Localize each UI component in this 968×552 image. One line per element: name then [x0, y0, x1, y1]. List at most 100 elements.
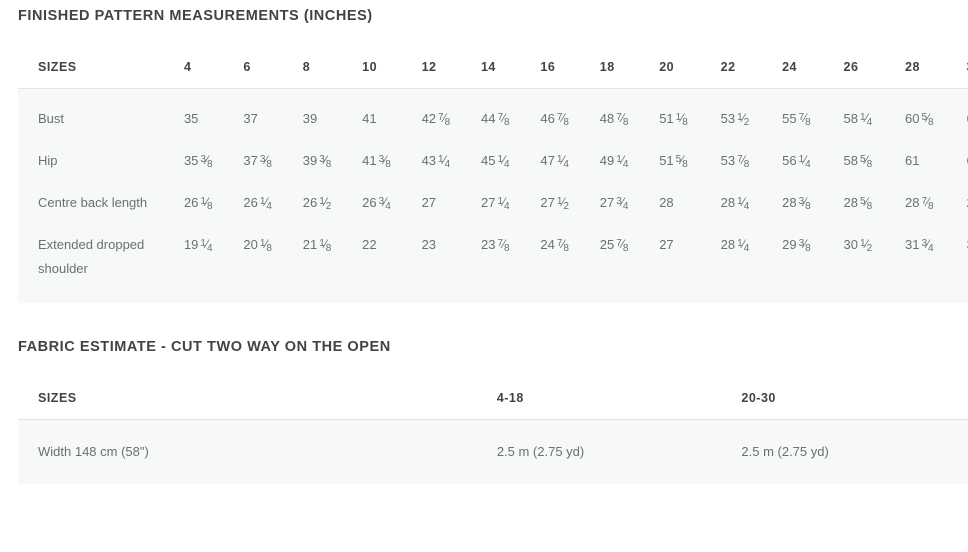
fraction: 7⁄8	[438, 111, 451, 128]
measurements-header-row: SIZES 4681012141618202224262830	[18, 60, 968, 89]
measurement-cell: 39	[302, 88, 363, 131]
fabric-header-row: SIZES 4-18 20-30	[18, 391, 968, 420]
measurement-cell: 37 3⁄8	[243, 153, 272, 170]
measurement-cell: 27 3⁄4	[599, 195, 629, 212]
measurements-size-header: 24	[782, 60, 797, 74]
fraction: 3⁄8	[378, 153, 391, 170]
measurement-cell: 41	[362, 88, 422, 131]
fabric-estimate-heading: FABRIC ESTIMATE - CUT TWO WAY ON THE OPE…	[18, 339, 391, 355]
fabric-sizes-header: SIZES	[38, 391, 77, 405]
measurement-row-label: Hip	[38, 153, 58, 168]
measurement-cell: 37	[243, 88, 303, 131]
measurement-cell: 26 1⁄8	[183, 195, 213, 212]
fabric-row-label: Width 148 cm (58")	[18, 419, 497, 484]
measurement-row-label: Extended dropped shoulder	[38, 237, 145, 276]
measurement-cell: 47 1⁄4	[540, 153, 569, 170]
measurement-cell: 45 1⁄4	[480, 153, 510, 170]
measurements-table-body: Bust 35 37 39 41 42 7⁄8 44 7⁄8 46 7⁄8 48 7⁄8 51 1⁄8 53 1…	[18, 88, 968, 303]
measurement-cell: 55 7⁄8	[782, 88, 844, 131]
measurement-cell: 27 1⁄2	[540, 195, 569, 212]
measurements-table-wrap: SIZES 4681012141618202224262830 Bust3537…	[0, 60, 968, 303]
measurement-cell: 39 3⁄8	[302, 153, 332, 170]
fraction: 7⁄8	[921, 195, 934, 212]
fraction: 1⁄4	[616, 153, 629, 170]
measurement-cell: 51 1⁄8	[659, 88, 721, 131]
fraction: 1⁄4	[556, 153, 569, 170]
measurement-cell: 26 3⁄4	[362, 195, 391, 212]
fraction: 3⁄4	[921, 237, 934, 254]
heading-table-spacer	[0, 24, 968, 60]
table-row: Width 148 cm (58") 2.5 m (2.75 yd) 2.5 m (…	[18, 419, 968, 484]
measurement-cell: 27	[421, 195, 437, 210]
measurements-table-head: SIZES 4681012141618202224262830	[18, 60, 968, 89]
fraction: 3⁄8	[200, 153, 213, 170]
fraction: 3⁄4	[616, 195, 629, 212]
measurement-cell: 29 3⁄8	[782, 237, 811, 254]
fraction: 1⁄2	[556, 195, 569, 212]
fraction: 7⁄8	[616, 237, 629, 254]
fraction: 7⁄8	[556, 111, 569, 128]
measurements-size-header: 20	[659, 60, 675, 74]
measurement-cell: 58 1⁄4	[843, 88, 905, 131]
measurement-cell: 35	[183, 88, 244, 131]
fraction: 1⁄4	[497, 153, 510, 170]
fraction: 3⁄8	[319, 153, 332, 170]
measurement-row-label: Bust	[18, 88, 184, 131]
measurement-cell: 41 3⁄8	[362, 153, 391, 170]
fraction: 1⁄8	[200, 195, 213, 212]
measurements-sizes-header: SIZES	[38, 60, 77, 74]
fraction: 7⁄8	[737, 153, 750, 170]
fraction: 7⁄8	[798, 111, 811, 128]
measurement-cell: 26 1⁄4	[243, 195, 272, 212]
measurement-cell: 23 7⁄8	[480, 237, 510, 254]
table-row: Bust 35 37 39 41 42 7⁄8 44 7⁄8 46 7⁄8 48 7⁄8 51 1⁄8 53 1…	[18, 88, 968, 131]
measurement-cell: 22	[362, 237, 377, 252]
measurement-cell: 28 5⁄8	[843, 195, 873, 212]
measurement-cell: 24 7⁄8	[540, 237, 569, 254]
measurement-cell: 28	[659, 195, 674, 210]
measurement-cell: 20 1⁄8	[243, 237, 272, 254]
measurement-cell: 61	[905, 153, 920, 168]
fabric-cell: 2.5 m (2.75 yd)	[741, 419, 968, 484]
fraction: 7⁄8	[616, 111, 629, 128]
measurements-size-header: 8	[302, 60, 311, 74]
measurement-cell: 44 7⁄8	[480, 88, 541, 131]
fraction: 3⁄8	[798, 237, 811, 254]
fraction: 1⁄2	[319, 195, 332, 212]
fraction: 5⁄8	[860, 153, 873, 170]
fraction: 1⁄4	[737, 237, 750, 254]
fraction: 1⁄8	[675, 111, 688, 128]
measurement-cell: 31 3⁄4	[905, 237, 934, 254]
fabric-estimate-table: SIZES 4-18 20-30 Width 148 cm (58") 2.5 m …	[18, 391, 968, 484]
fraction: 1⁄4	[798, 153, 811, 170]
fabric-size-range-header: 20-30	[741, 391, 776, 405]
measurement-cell: 53 7⁄8	[720, 153, 750, 170]
measurements-size-header: 12	[421, 60, 437, 74]
measurement-cell: 30 1⁄2	[843, 237, 873, 254]
measurement-cell: 56 1⁄4	[782, 153, 811, 170]
finished-measurements-table: SIZES 4681012141618202224262830 Bust3537…	[18, 60, 968, 303]
fraction: 5⁄8	[921, 111, 934, 128]
measurement-cell: 28 7⁄8	[905, 195, 934, 212]
fraction: 7⁄8	[556, 237, 569, 254]
measurement-chart-page: FINISHED PATTERN MEASUREMENTS (INCHES) S…	[0, 0, 968, 552]
fraction: 5⁄8	[860, 195, 873, 212]
measurement-cell: 26 1⁄2	[302, 195, 332, 212]
fraction: 3⁄8	[798, 195, 811, 212]
measurements-size-header: 10	[362, 60, 378, 74]
measurements-size-header: 6	[243, 60, 251, 74]
fabric-table-body: Width 148 cm (58") 2.5 m (2.75 yd) 2.5 m (…	[18, 419, 968, 484]
measurement-cell: 53 1⁄2	[720, 88, 783, 131]
measurement-cell: 42 7⁄8	[421, 88, 481, 131]
fraction: 1⁄4	[438, 153, 451, 170]
measurement-cell: 27 1⁄4	[480, 195, 510, 212]
fraction: 1⁄4	[737, 195, 750, 212]
measurement-cell: 21 1⁄8	[302, 237, 332, 254]
measurements-size-header: 4	[183, 60, 192, 74]
measurement-row-label: Centre back length	[38, 195, 148, 210]
measurements-size-header: 14	[480, 60, 496, 74]
measurement-cell: 49 1⁄4	[599, 153, 629, 170]
fraction: 1⁄4	[497, 195, 510, 212]
measurement-cell: 58 5⁄8	[843, 153, 873, 170]
fraction: 1⁄4	[860, 111, 873, 128]
